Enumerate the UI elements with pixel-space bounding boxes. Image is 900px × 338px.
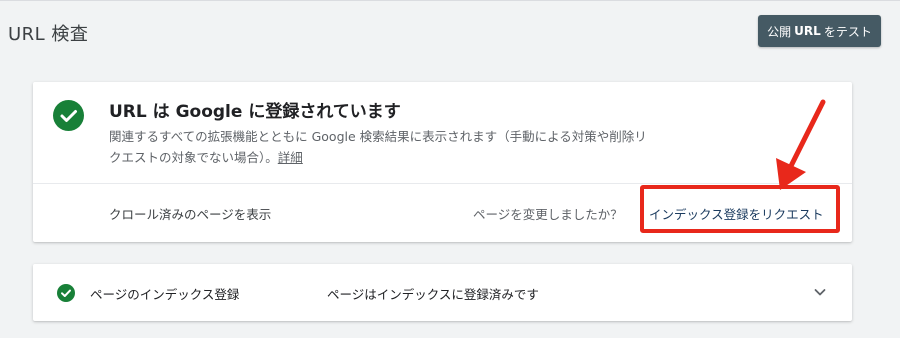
details-link[interactable]: 詳細: [278, 150, 303, 165]
test-button-prefix: 公開: [767, 24, 792, 39]
check-circle-icon: [57, 284, 75, 302]
status-description-text: 関連するすべての拡張機能とともに Google 検索結果に表示されます（手動によ…: [109, 129, 647, 165]
page-indexing-card[interactable]: ページのインデックス登録 ページはインデックスに登録済みです: [33, 264, 852, 321]
test-button-suffix: をテスト: [823, 24, 872, 39]
view-crawled-page-link[interactable]: クロール済みのページを表示: [109, 204, 271, 223]
check-circle-icon: [53, 100, 84, 131]
index-status-card: URL は Google に登録されています 関連するすべての拡張機能とともに …: [33, 82, 852, 242]
status-title: URL は Google に登録されています: [109, 102, 401, 122]
card-divider: [33, 183, 852, 184]
page-changed-question: ページを変更しましたか？: [473, 207, 623, 222]
chevron-down-icon[interactable]: [810, 282, 830, 302]
status-description: 関連するすべての拡張機能とともに Google 検索結果に表示されます（手動によ…: [109, 126, 649, 168]
page-indexing-status: ページはインデックスに登録済みです: [327, 287, 539, 302]
test-button-url: URL: [794, 24, 821, 38]
page-title: URL 検査: [8, 24, 89, 45]
page-indexing-label: ページのインデックス登録: [90, 287, 240, 302]
red-arrow-icon: [776, 99, 826, 190]
test-live-url-button[interactable]: 公開 URL をテスト: [758, 15, 881, 47]
top-divider: [0, 0, 900, 1]
